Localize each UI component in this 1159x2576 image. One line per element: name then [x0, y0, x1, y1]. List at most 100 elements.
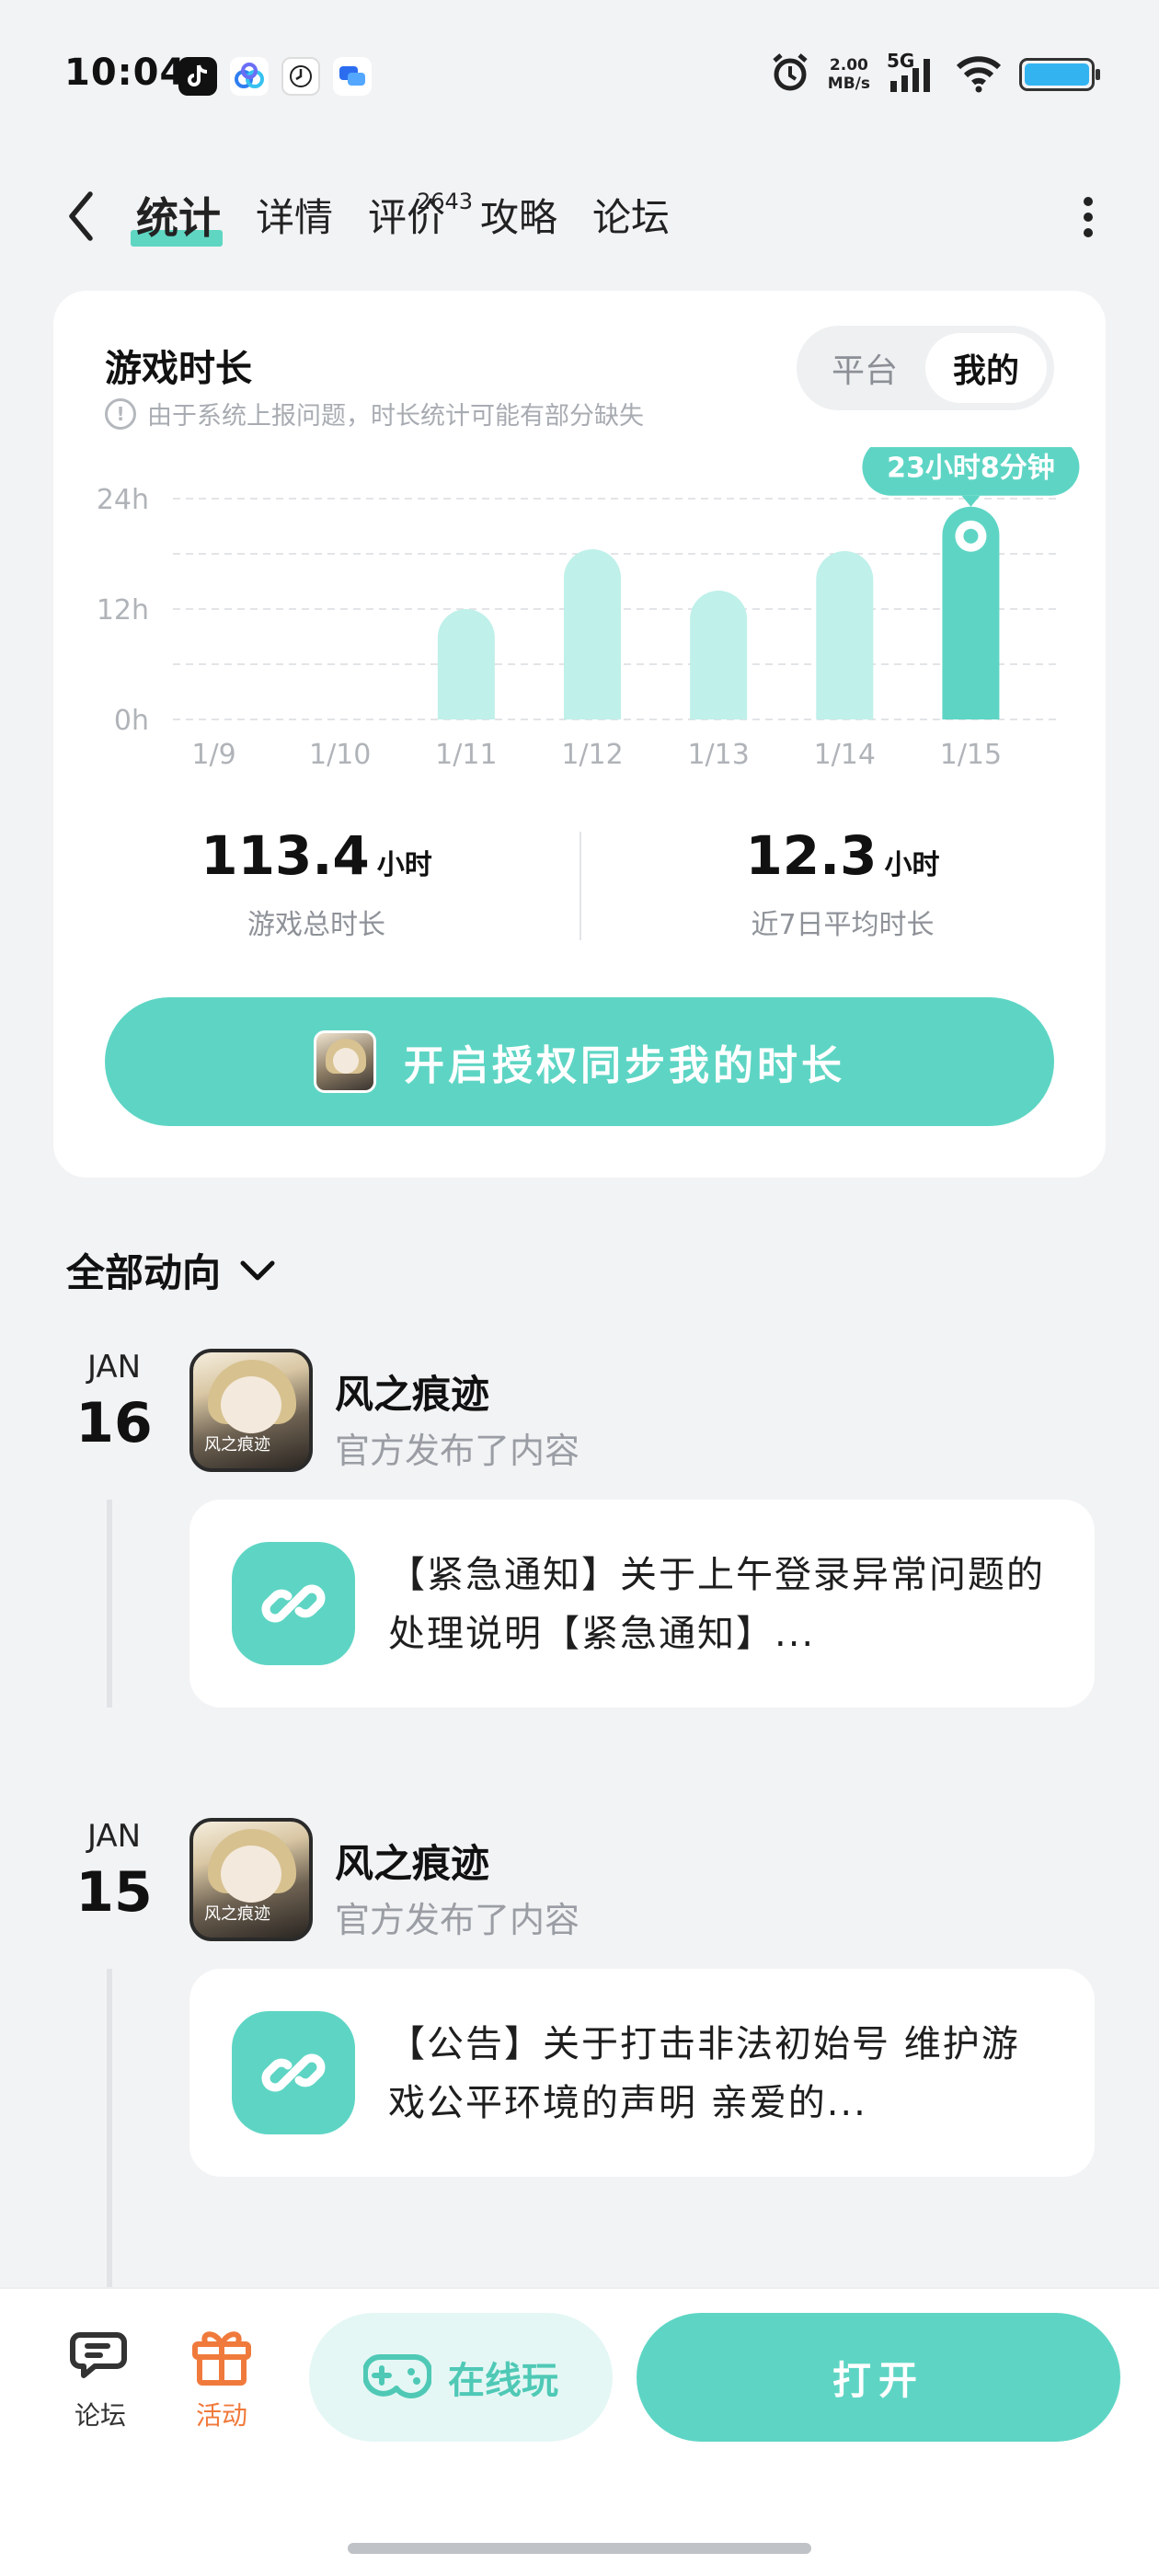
forum-label: 论坛 [74, 2400, 126, 2431]
post-card[interactable]: 【紧急通知】关于上午登录异常问题的处理说明【紧急通知】... [189, 1500, 1095, 1708]
post-text: 【紧急通知】关于上午登录异常问题的处理说明【紧急通知】... [388, 1554, 1045, 1655]
tooltip-pointer [961, 495, 981, 507]
play-online-button[interactable]: 在线玩 [309, 2313, 613, 2442]
game-avatar[interactable]: 风之痕迹 [189, 1818, 313, 1941]
status-bar: 10:04 2.00 MB/s 5G [0, 0, 1159, 156]
signal-icon: 5G [887, 50, 938, 96]
playtime-note: ! 由于系统上报问题，时长统计可能有部分缺失 [105, 396, 644, 431]
link-icon [232, 2011, 355, 2134]
feed-title: 全部动向 [66, 1250, 222, 1295]
x-tick-label: 1/9 [191, 739, 235, 771]
entry-author[interactable]: 风之痕迹 [335, 1363, 489, 1420]
total-hours-label: 游戏总时长 [247, 909, 385, 941]
stat-total: 113.4 小时 游戏总时长 [59, 824, 574, 942]
timeline-line [107, 1500, 112, 1708]
back-button[interactable] [57, 186, 103, 247]
tab-guides[interactable]: 攻略 [473, 188, 585, 248]
gift-icon [192, 2331, 251, 2386]
playtime-note-text: 由于系统上报问题，时长统计可能有部分缺失 [147, 402, 644, 431]
playtime-title: 游戏时长 [105, 348, 252, 390]
info-icon: ! [105, 397, 136, 430]
tab-reviews[interactable]: 评价 2643 [361, 188, 473, 248]
battery-icon [1019, 58, 1100, 91]
game-avatar[interactable]: 风之痕迹 [189, 1349, 313, 1472]
status-right: 2.00 MB/s 5G [769, 50, 1100, 98]
bar [437, 609, 495, 719]
network-speed-value: 2.00 [829, 56, 868, 75]
network-speed-unit: MB/s [827, 75, 870, 93]
open-game-label: 打开 [832, 2357, 924, 2403]
y-tick-label: 0h [114, 705, 149, 737]
entry-month: JAN [86, 1818, 142, 1855]
top-nav: 统计 详情 评价 2643 攻略 论坛 [0, 166, 1159, 267]
activity-button[interactable]: 活动 [171, 2326, 272, 2432]
tab-guides-label: 攻略 [480, 195, 558, 240]
baidu-netdisk-icon [230, 57, 269, 96]
home-indicator[interactable] [348, 2543, 811, 2554]
x-tick-label: 1/13 [687, 739, 749, 771]
playtime-source-toggle: 平台 我的 [797, 326, 1054, 410]
tooltip-label: 23小时8分钟 [887, 453, 1055, 485]
x-tick-label: 1/14 [814, 739, 876, 771]
avatar-caption: 风之痕迹 [204, 1435, 270, 1455]
play-online-label: 在线玩 [448, 2360, 558, 2402]
chevron-down-icon [240, 1260, 275, 1280]
playtime-chart: 0h 12h 24h 1/9 1/10 1/11 1/12 1/13 1/14 23小时8分钟 1/… [53, 447, 1106, 1091]
post-card[interactable]: 【公告】关于打击非法初始号 维护游戏公平环境的声明 亲爱的... [189, 1969, 1095, 2177]
entry-day: 16 [75, 1391, 153, 1455]
entry-author[interactable]: 风之痕迹 [335, 1833, 489, 1889]
sync-playtime-button[interactable]: 开启授权同步我的时长 [105, 997, 1054, 1126]
game-thumbnail [314, 1030, 376, 1093]
playtime-card: 游戏时长 ! 由于系统上报问题，时长统计可能有部分缺失 平台 我的 0h 12h 2… [53, 291, 1106, 1178]
entry-action: 官方发布了内容 [335, 1431, 580, 1471]
stats-divider [580, 832, 581, 940]
more-menu-button[interactable] [1074, 190, 1102, 245]
avg-hours-label: 近7日平均时长 [751, 909, 935, 941]
tab-bar: 统计 详情 评价 2643 攻略 论坛 [129, 188, 697, 248]
link-icon [232, 1542, 355, 1665]
tiktok-icon [178, 57, 217, 96]
stat-average: 12.3 小时 近7日平均时长 [585, 824, 1100, 942]
status-app-icons [178, 57, 372, 96]
tab-forum[interactable]: 论坛 [585, 188, 697, 248]
y-tick-label: 24h [97, 484, 149, 516]
playtime-bar-chart: 0h 12h 24h 1/9 1/10 1/11 1/12 1/13 1/14 23小时8分钟 1/… [97, 447, 1080, 771]
chat-app-icon [333, 57, 372, 96]
network-type: 5G [887, 50, 915, 72]
x-tick-label: 1/12 [561, 739, 623, 771]
more-dot-icon [1084, 197, 1093, 206]
gamepad-icon [363, 2354, 431, 2398]
tab-forum-label: 论坛 [592, 195, 671, 240]
entry-month: JAN [86, 1349, 142, 1386]
entry-action: 官方发布了内容 [335, 1900, 580, 1940]
avg-hours-unit: 小时 [884, 849, 940, 881]
forum-button[interactable]: 论坛 [50, 2326, 151, 2432]
bar [564, 549, 621, 719]
tab-stats-label: 统计 [136, 193, 221, 243]
feed-filter[interactable]: 全部动向 [66, 1242, 276, 1298]
toggle-mine[interactable]: 我的 [925, 333, 1047, 403]
open-game-button[interactable]: 打开 [637, 2313, 1120, 2442]
alarm-icon [769, 52, 811, 98]
reviews-count-badge: 2643 [416, 189, 474, 214]
post-text: 【公告】关于打击非法初始号 维护游戏公平环境的声明 亲爱的... [388, 2023, 1020, 2124]
bar [690, 591, 748, 719]
timeline-line [107, 1969, 112, 2291]
tab-details[interactable]: 详情 [248, 188, 361, 248]
bar-marker-dot [963, 528, 979, 544]
tab-stats[interactable]: 统计 [129, 188, 248, 248]
total-hours-value: 113.4 [201, 824, 370, 887]
tab-details-label: 详情 [256, 195, 334, 240]
playtime-stats: 113.4 小时 游戏总时长 12.3 小时 近7日平均时长 [53, 824, 1106, 962]
x-tick-label: 1/10 [309, 739, 371, 771]
avatar-caption: 风之痕迹 [204, 1904, 270, 1924]
toggle-platform[interactable]: 平台 [804, 333, 925, 403]
bottom-bar: 论坛 活动 在线玩 打开 [0, 2287, 1159, 2576]
x-tick-label: 1/15 [940, 739, 1002, 771]
entry-day: 15 [75, 1860, 153, 1925]
activity-label: 活动 [195, 2400, 247, 2431]
bar [816, 551, 874, 719]
sync-button-label: 开启授权同步我的时长 [404, 1042, 845, 1089]
chevron-left-icon [69, 191, 93, 241]
clock-app-icon [281, 57, 320, 96]
